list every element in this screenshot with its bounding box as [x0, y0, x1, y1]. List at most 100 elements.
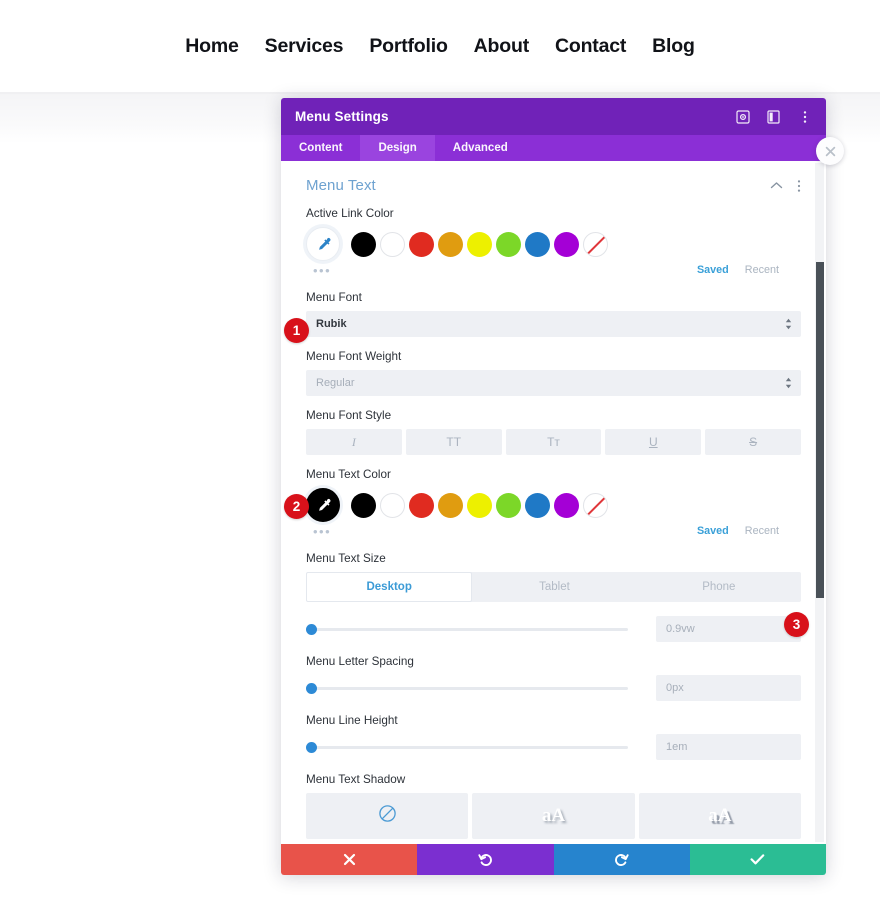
menu-text-color-label: Menu Text Color: [306, 468, 391, 481]
recent-colors-link[interactable]: Recent: [745, 525, 779, 537]
slider-track: [310, 746, 628, 749]
redo-button[interactable]: [553, 844, 690, 875]
text-shadow-none-option[interactable]: [306, 793, 469, 839]
menu-text-size-label: Menu Text Size: [306, 552, 386, 565]
swatch-purple[interactable]: [554, 231, 579, 257]
swatch-green[interactable]: [496, 231, 521, 257]
saved-colors-link[interactable]: Saved: [697, 525, 729, 537]
uppercase-icon[interactable]: TT: [405, 429, 502, 455]
slider-track: [310, 687, 628, 690]
menu-text-size-input[interactable]: 0.9vw: [656, 616, 801, 642]
menu-font-weight-select[interactable]: Regular: [306, 370, 801, 396]
section-more-vertical-icon[interactable]: [797, 179, 801, 193]
swatch-white[interactable]: [380, 492, 405, 518]
menu-text-size-slider-row: 0.9vw: [306, 616, 801, 642]
settings-scroll-area: Menu Text Active Link Color ••• Saved Re…: [281, 161, 826, 844]
recent-colors-link[interactable]: Recent: [745, 264, 779, 276]
slider-handle[interactable]: [306, 742, 317, 753]
swatch-green[interactable]: [496, 492, 521, 518]
undo-icon: [478, 854, 492, 866]
swatch-transparent[interactable]: [583, 231, 608, 257]
target-icon[interactable]: [735, 109, 750, 124]
nav-item-services[interactable]: Services: [265, 35, 344, 58]
slider-handle[interactable]: [306, 624, 317, 635]
close-icon: [343, 853, 355, 866]
undo-button[interactable]: [417, 844, 554, 875]
field-menu-text-size: Menu Text Size Desktop Tablet Phone 0.9v…: [306, 552, 801, 642]
device-tab-desktop[interactable]: Desktop: [306, 572, 473, 602]
swatch-purple[interactable]: [554, 492, 579, 518]
active-link-color-sub: ••• Saved Recent: [306, 262, 801, 278]
italic-icon[interactable]: I: [306, 429, 402, 455]
menu-letter-spacing-slider[interactable]: [306, 675, 628, 701]
device-toggle: Desktop Tablet Phone: [306, 572, 801, 602]
swatch-yellow[interactable]: [467, 231, 492, 257]
text-shadow-hard-option[interactable]: aA: [638, 793, 801, 839]
modal-header-icons: [735, 109, 812, 124]
color-picker-button[interactable]: [306, 227, 340, 261]
nav-item-blog[interactable]: Blog: [652, 35, 695, 58]
cancel-button[interactable]: [281, 844, 418, 875]
menu-line-height-slider[interactable]: [306, 734, 628, 760]
no-shadow-icon: [378, 804, 397, 828]
modal-tabs: Content Design Advanced: [281, 135, 826, 161]
strikethrough-icon[interactable]: S: [705, 429, 801, 455]
swatch-black[interactable]: [351, 231, 376, 257]
menu-font-weight-value: Regular: [316, 377, 355, 389]
modal-close-button[interactable]: [816, 137, 844, 165]
more-vertical-icon[interactable]: [797, 109, 812, 124]
swatch-white[interactable]: [380, 231, 405, 257]
swatch-red[interactable]: [409, 231, 434, 257]
menu-text-color-sub: ••• Saved Recent: [306, 523, 801, 539]
small-caps-icon[interactable]: Tт: [505, 429, 602, 455]
page-root: Home Services Portfolio About Contact Bl…: [0, 0, 880, 912]
save-button[interactable]: [689, 844, 826, 875]
more-colors-dots[interactable]: •••: [313, 263, 331, 278]
device-tab-tablet[interactable]: Tablet: [472, 572, 636, 602]
swatch-red[interactable]: [409, 492, 434, 518]
nav-item-home[interactable]: Home: [185, 35, 239, 58]
color-picker-button[interactable]: [306, 488, 340, 522]
underline-icon[interactable]: U: [605, 429, 702, 455]
chevron-updown-icon: [785, 318, 792, 330]
field-menu-text-shadow: Menu Text Shadow aA aA: [306, 773, 801, 839]
menu-text-size-slider[interactable]: [306, 616, 628, 642]
field-active-link-color: Active Link Color ••• Saved Recent: [306, 207, 801, 278]
menu-line-height-slider-row: 1em: [306, 734, 801, 760]
swatch-yellow[interactable]: [467, 492, 492, 518]
menu-font-style-buttons: I TT Tт U S: [306, 429, 801, 455]
menu-letter-spacing-label: Menu Letter Spacing: [306, 655, 414, 668]
menu-settings-modal: Menu Settings Content Design Advanced Me…: [281, 98, 826, 875]
swatch-orange[interactable]: [438, 492, 463, 518]
modal-action-bar: [281, 844, 826, 875]
chevron-up-icon[interactable]: [770, 181, 783, 190]
nav-item-portfolio[interactable]: Portfolio: [369, 35, 448, 58]
swatch-transparent[interactable]: [583, 492, 608, 518]
more-colors-dots[interactable]: •••: [313, 524, 331, 539]
text-shadow-soft-option[interactable]: aA: [472, 793, 635, 839]
field-menu-font-style: Menu Font Style I TT Tт U S: [306, 409, 801, 455]
tab-content[interactable]: Content: [281, 135, 360, 161]
layout-panel-icon[interactable]: [766, 109, 781, 124]
scrollbar-thumb[interactable]: [815, 262, 824, 598]
eyedropper-icon: [318, 237, 330, 250]
swatch-black[interactable]: [351, 492, 376, 518]
tab-design[interactable]: Design: [360, 135, 435, 161]
saved-colors-link[interactable]: Saved: [697, 264, 729, 276]
eyedropper-icon: [318, 498, 330, 511]
swatch-orange[interactable]: [438, 231, 463, 257]
menu-font-select[interactable]: Rubik: [306, 311, 801, 337]
tab-advanced[interactable]: Advanced: [435, 135, 526, 161]
menu-letter-spacing-input[interactable]: 0px: [656, 675, 801, 701]
saved-recent-group: Saved Recent: [697, 264, 801, 276]
nav-item-contact[interactable]: Contact: [555, 35, 626, 58]
swatch-blue[interactable]: [525, 492, 550, 518]
close-icon: [825, 146, 835, 156]
swatch-blue[interactable]: [525, 231, 550, 257]
text-shadow-hard-glyph: aA: [708, 805, 732, 826]
modal-body: Menu Text Active Link Color ••• Saved Re…: [281, 161, 826, 844]
device-tab-phone[interactable]: Phone: [637, 572, 801, 602]
slider-handle[interactable]: [306, 683, 317, 694]
menu-line-height-input[interactable]: 1em: [656, 734, 801, 760]
nav-item-about[interactable]: About: [474, 35, 530, 58]
